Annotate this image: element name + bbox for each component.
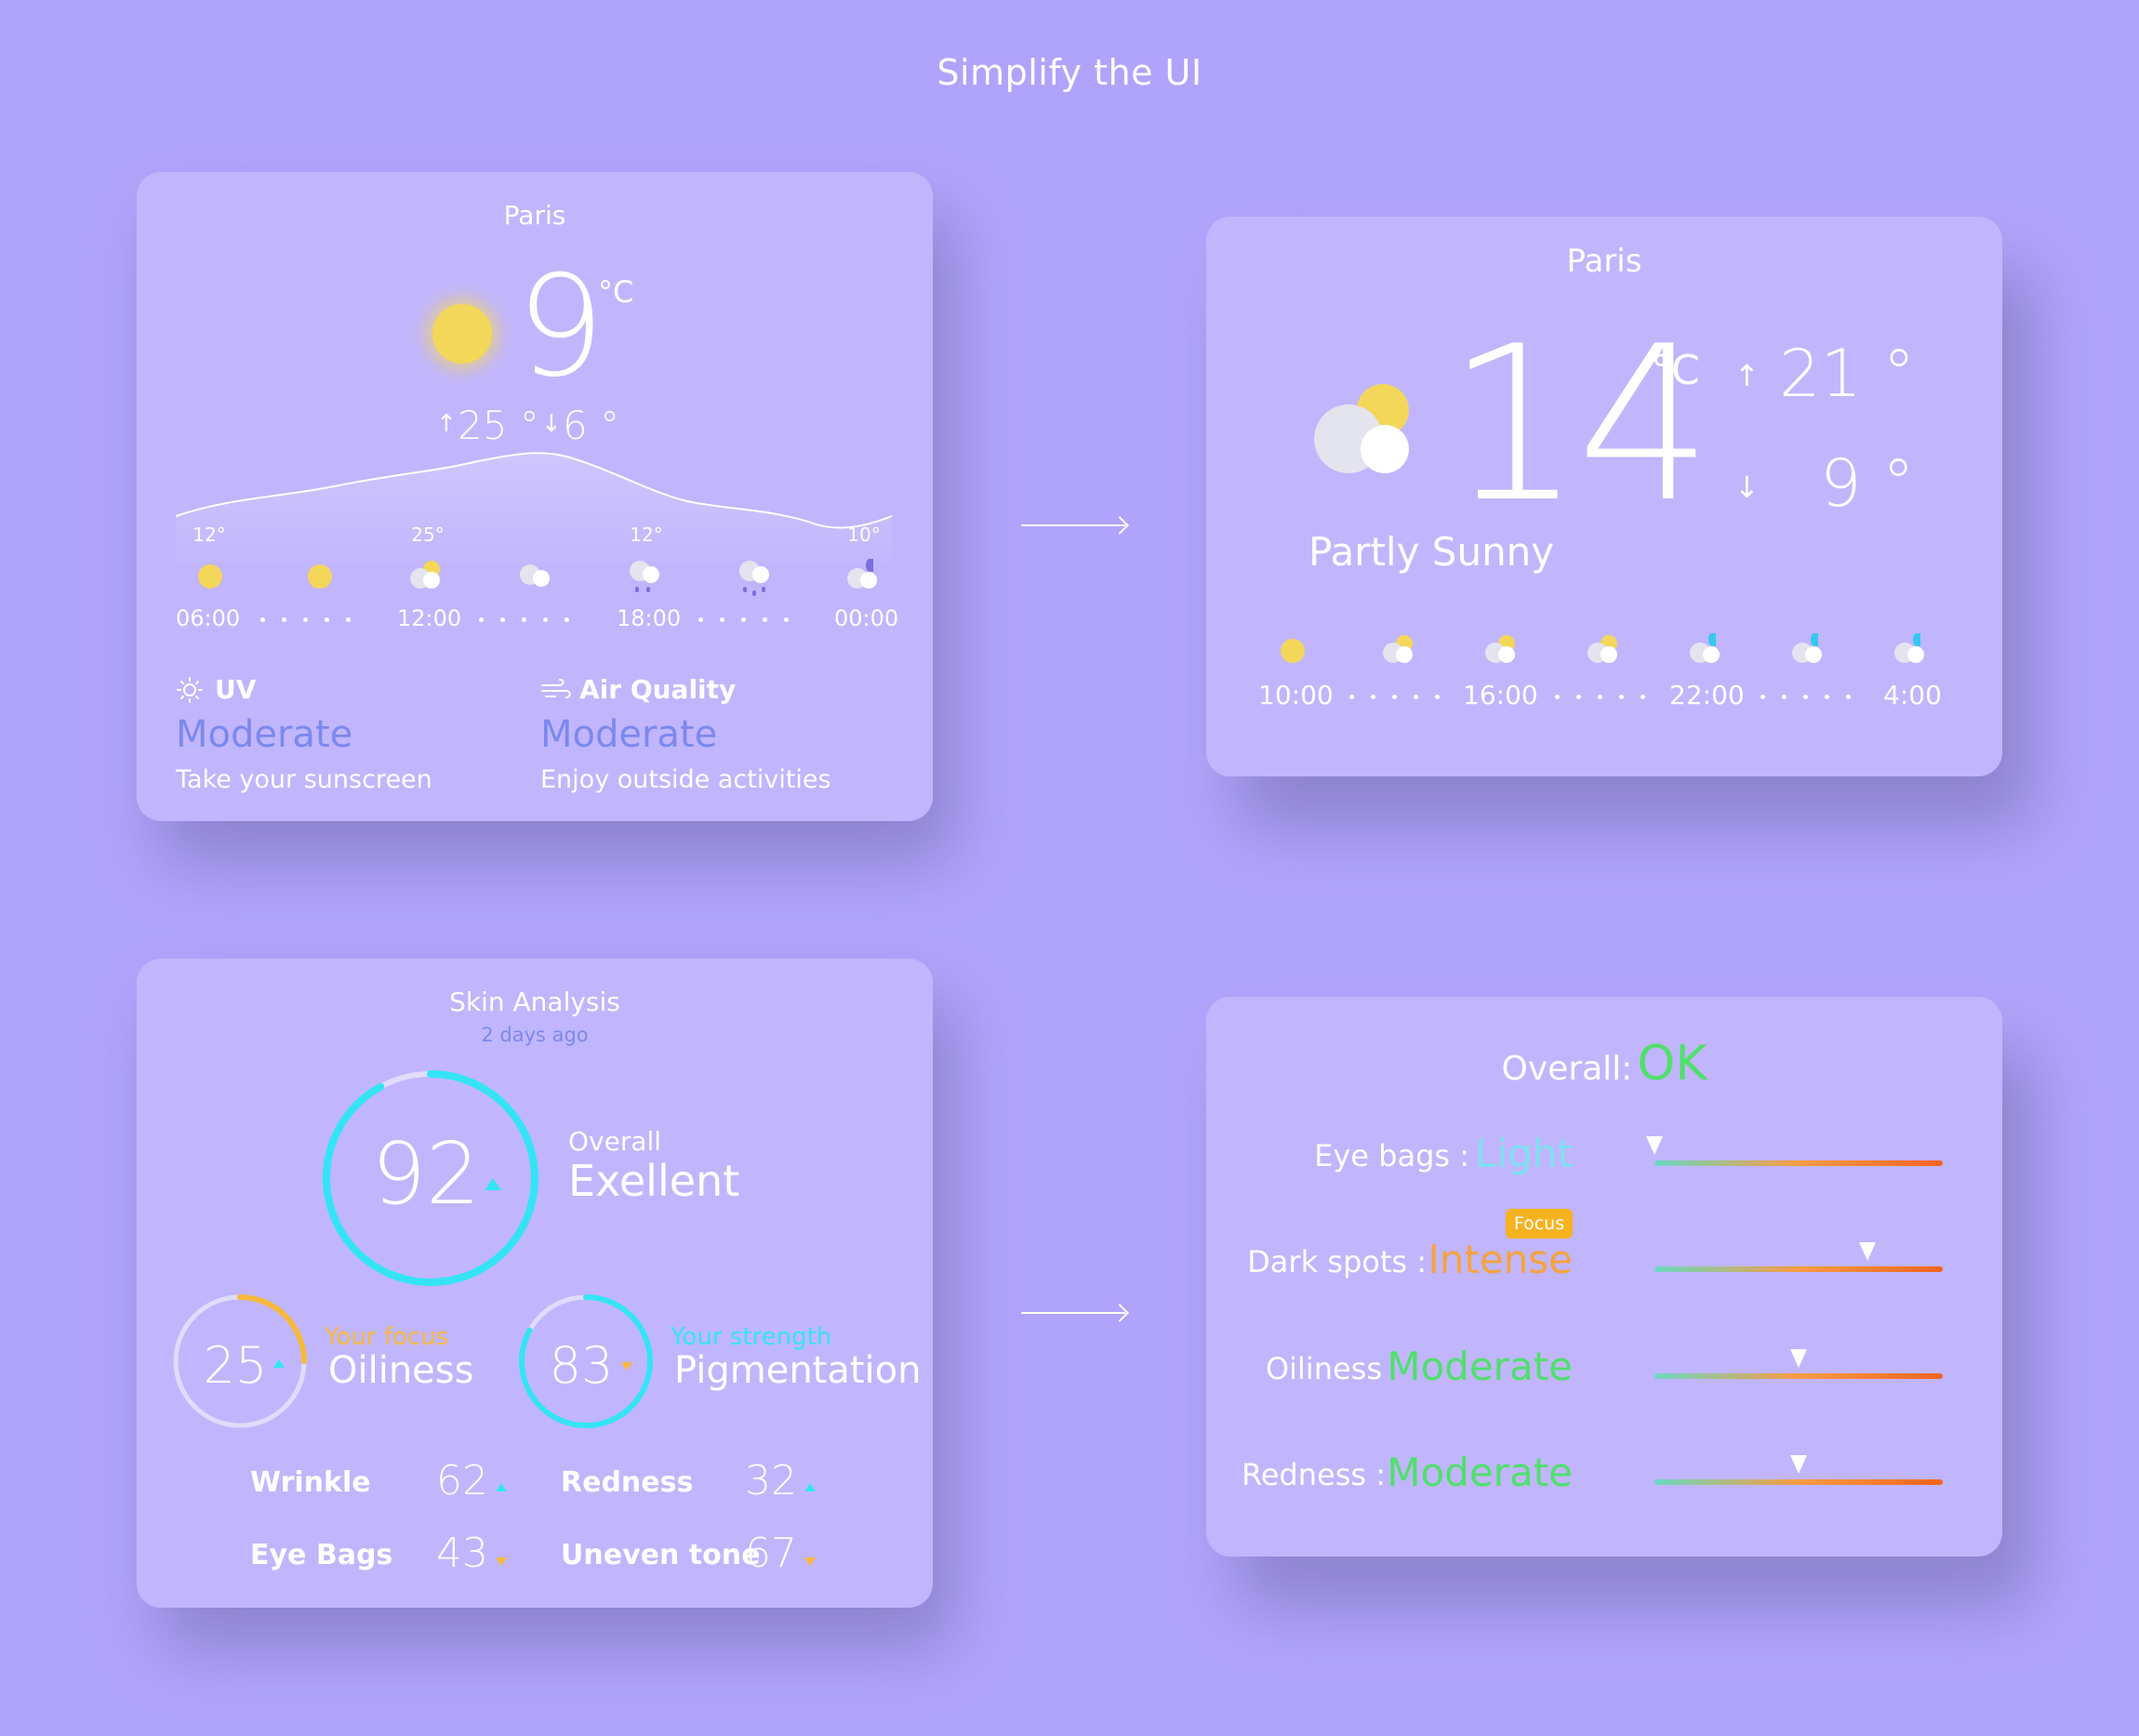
level-marker[interactable]: [1790, 1455, 1807, 1474]
skin-card-before: Skin Analysis 2 days ago 92 Overall Exel…: [137, 959, 933, 1608]
low-temperature: 9 °: [1820, 445, 1915, 522]
sun-icon: [308, 564, 332, 589]
metric-name: Wrinkle: [250, 1466, 371, 1499]
skin-row-value: Light: [1475, 1131, 1573, 1176]
partly-sunny-icon: [1586, 633, 1623, 665]
curve-temp-label: 25°: [411, 523, 445, 546]
sun-icon: [198, 564, 222, 589]
up-trend-icon: [273, 1359, 285, 1368]
strength-tag: Your strength: [671, 1323, 832, 1351]
uv-sun-icon: [177, 677, 203, 703]
focus-score: 25: [203, 1336, 268, 1395]
overall-summary: Overall: OK: [1206, 1036, 2002, 1092]
level-bar: [1654, 1479, 1943, 1485]
high-temperature: 21 °: [1779, 336, 1916, 412]
partly-sunny-icon: [408, 559, 445, 590]
air-quality-note: Enjoy outside activities: [540, 765, 831, 794]
night-cloud-icon: [1688, 633, 1725, 665]
weather-card-before: Paris 9 °C ↑ 25 ° ↓ 6 ° 12° 25° 12° 10°: [137, 172, 933, 821]
strength-score: 83: [549, 1336, 614, 1395]
metric-name: Uneven tone: [561, 1539, 761, 1571]
weather-card-after: Paris 14 °C ↑ 21 ° ↓ 9 ° Partly Sunny 10…: [1206, 217, 2002, 776]
partly-sunny-icon: [1381, 633, 1418, 665]
hour-label: 16:00: [1463, 680, 1538, 710]
metric-value: 67: [745, 1530, 797, 1577]
focus-badge: Focus: [1506, 1209, 1573, 1239]
wind-icon: [541, 679, 571, 698]
hour-label: 10:00: [1258, 680, 1334, 710]
condition-label: Partly Sunny: [1309, 529, 1555, 575]
heavy-rain-icon: [737, 559, 775, 600]
metric-name: Eye Bags: [250, 1539, 393, 1571]
uv-note: Take your sunscreen: [176, 765, 432, 794]
down-trend-icon: [621, 1362, 632, 1371]
overall-score: 92: [371, 1124, 481, 1224]
level-bar: [1654, 1160, 1943, 1166]
metric-value: 43: [436, 1530, 488, 1577]
skin-card-after: Overall: OK Focus Eye bags : Light Dark sp…: [1206, 997, 2002, 1557]
down-trend-icon: [804, 1557, 816, 1566]
night-cloud-icon: [1790, 633, 1827, 665]
skin-title: Skin Analysis: [449, 987, 620, 1017]
skin-row-value: Moderate: [1387, 1344, 1573, 1389]
uv-label: UV: [215, 674, 257, 705]
air-quality-label: Air Quality: [579, 674, 737, 705]
partly-sunny-icon: [1314, 384, 1416, 473]
focus-tag: Your focus: [325, 1323, 449, 1351]
curve-temp-label: 12°: [630, 523, 663, 546]
metric-value: 32: [745, 1457, 797, 1504]
level-bar: [1654, 1266, 1943, 1272]
metric-name: Redness: [561, 1466, 694, 1499]
curve-temp-label: 12°: [193, 523, 226, 546]
temperature-unit: °C: [1651, 347, 1700, 394]
high-arrow-icon: ↑: [1734, 358, 1760, 393]
level-bar: [1654, 1373, 1943, 1379]
overall-value: OK: [1637, 1036, 1707, 1092]
hour-label: 12:00: [397, 605, 462, 631]
up-trend-icon: [496, 1483, 507, 1491]
hour-label: 06:00: [176, 605, 241, 631]
night-cloud-icon: [1893, 633, 1930, 665]
overall-label: Overall:: [1501, 1050, 1633, 1088]
temperature-unit: °C: [598, 274, 634, 310]
sun-icon: [1281, 639, 1305, 663]
focus-name: Oiliness: [328, 1349, 474, 1392]
level-marker[interactable]: [1859, 1242, 1877, 1261]
city-label: Paris: [1566, 243, 1642, 280]
page-title: Simplify the UI: [937, 52, 1202, 93]
hour-label: 4:00: [1883, 680, 1942, 710]
cloud-icon: [518, 561, 555, 589]
air-quality-value: Moderate: [540, 713, 718, 756]
arrow-skin: [1021, 1312, 1125, 1314]
level-marker[interactable]: [1646, 1136, 1663, 1155]
uv-value: Moderate: [176, 713, 353, 756]
hour-label: 18:00: [617, 605, 682, 631]
down-trend-icon: [496, 1557, 507, 1566]
low-arrow-icon: ↓: [1734, 470, 1760, 505]
current-temperature: 9: [516, 246, 605, 408]
city-label: Paris: [503, 200, 566, 231]
skin-subtitle: 2 days ago: [481, 1024, 589, 1046]
overall-label: Overall: [568, 1126, 662, 1157]
arrow-weather: [1021, 524, 1125, 526]
sun-icon: [432, 304, 492, 364]
up-trend-icon: [804, 1483, 816, 1491]
metric-value: 62: [436, 1457, 488, 1504]
night-cloud-icon: [845, 559, 883, 590]
skin-row-value: Moderate: [1387, 1450, 1573, 1495]
curve-temp-label: 10°: [847, 523, 881, 546]
level-marker[interactable]: [1790, 1349, 1807, 1368]
hour-label: 00:00: [834, 605, 899, 631]
strength-name: Pigmentation: [674, 1349, 922, 1392]
hour-label: 22:00: [1669, 680, 1745, 710]
up-trend-icon: [485, 1178, 501, 1190]
partly-sunny-icon: [1483, 633, 1521, 665]
rain-icon: [628, 559, 665, 596]
overall-value: Exellent: [568, 1156, 740, 1206]
skin-row-value: Intense: [1428, 1237, 1573, 1282]
temperature-curve: [176, 452, 893, 563]
